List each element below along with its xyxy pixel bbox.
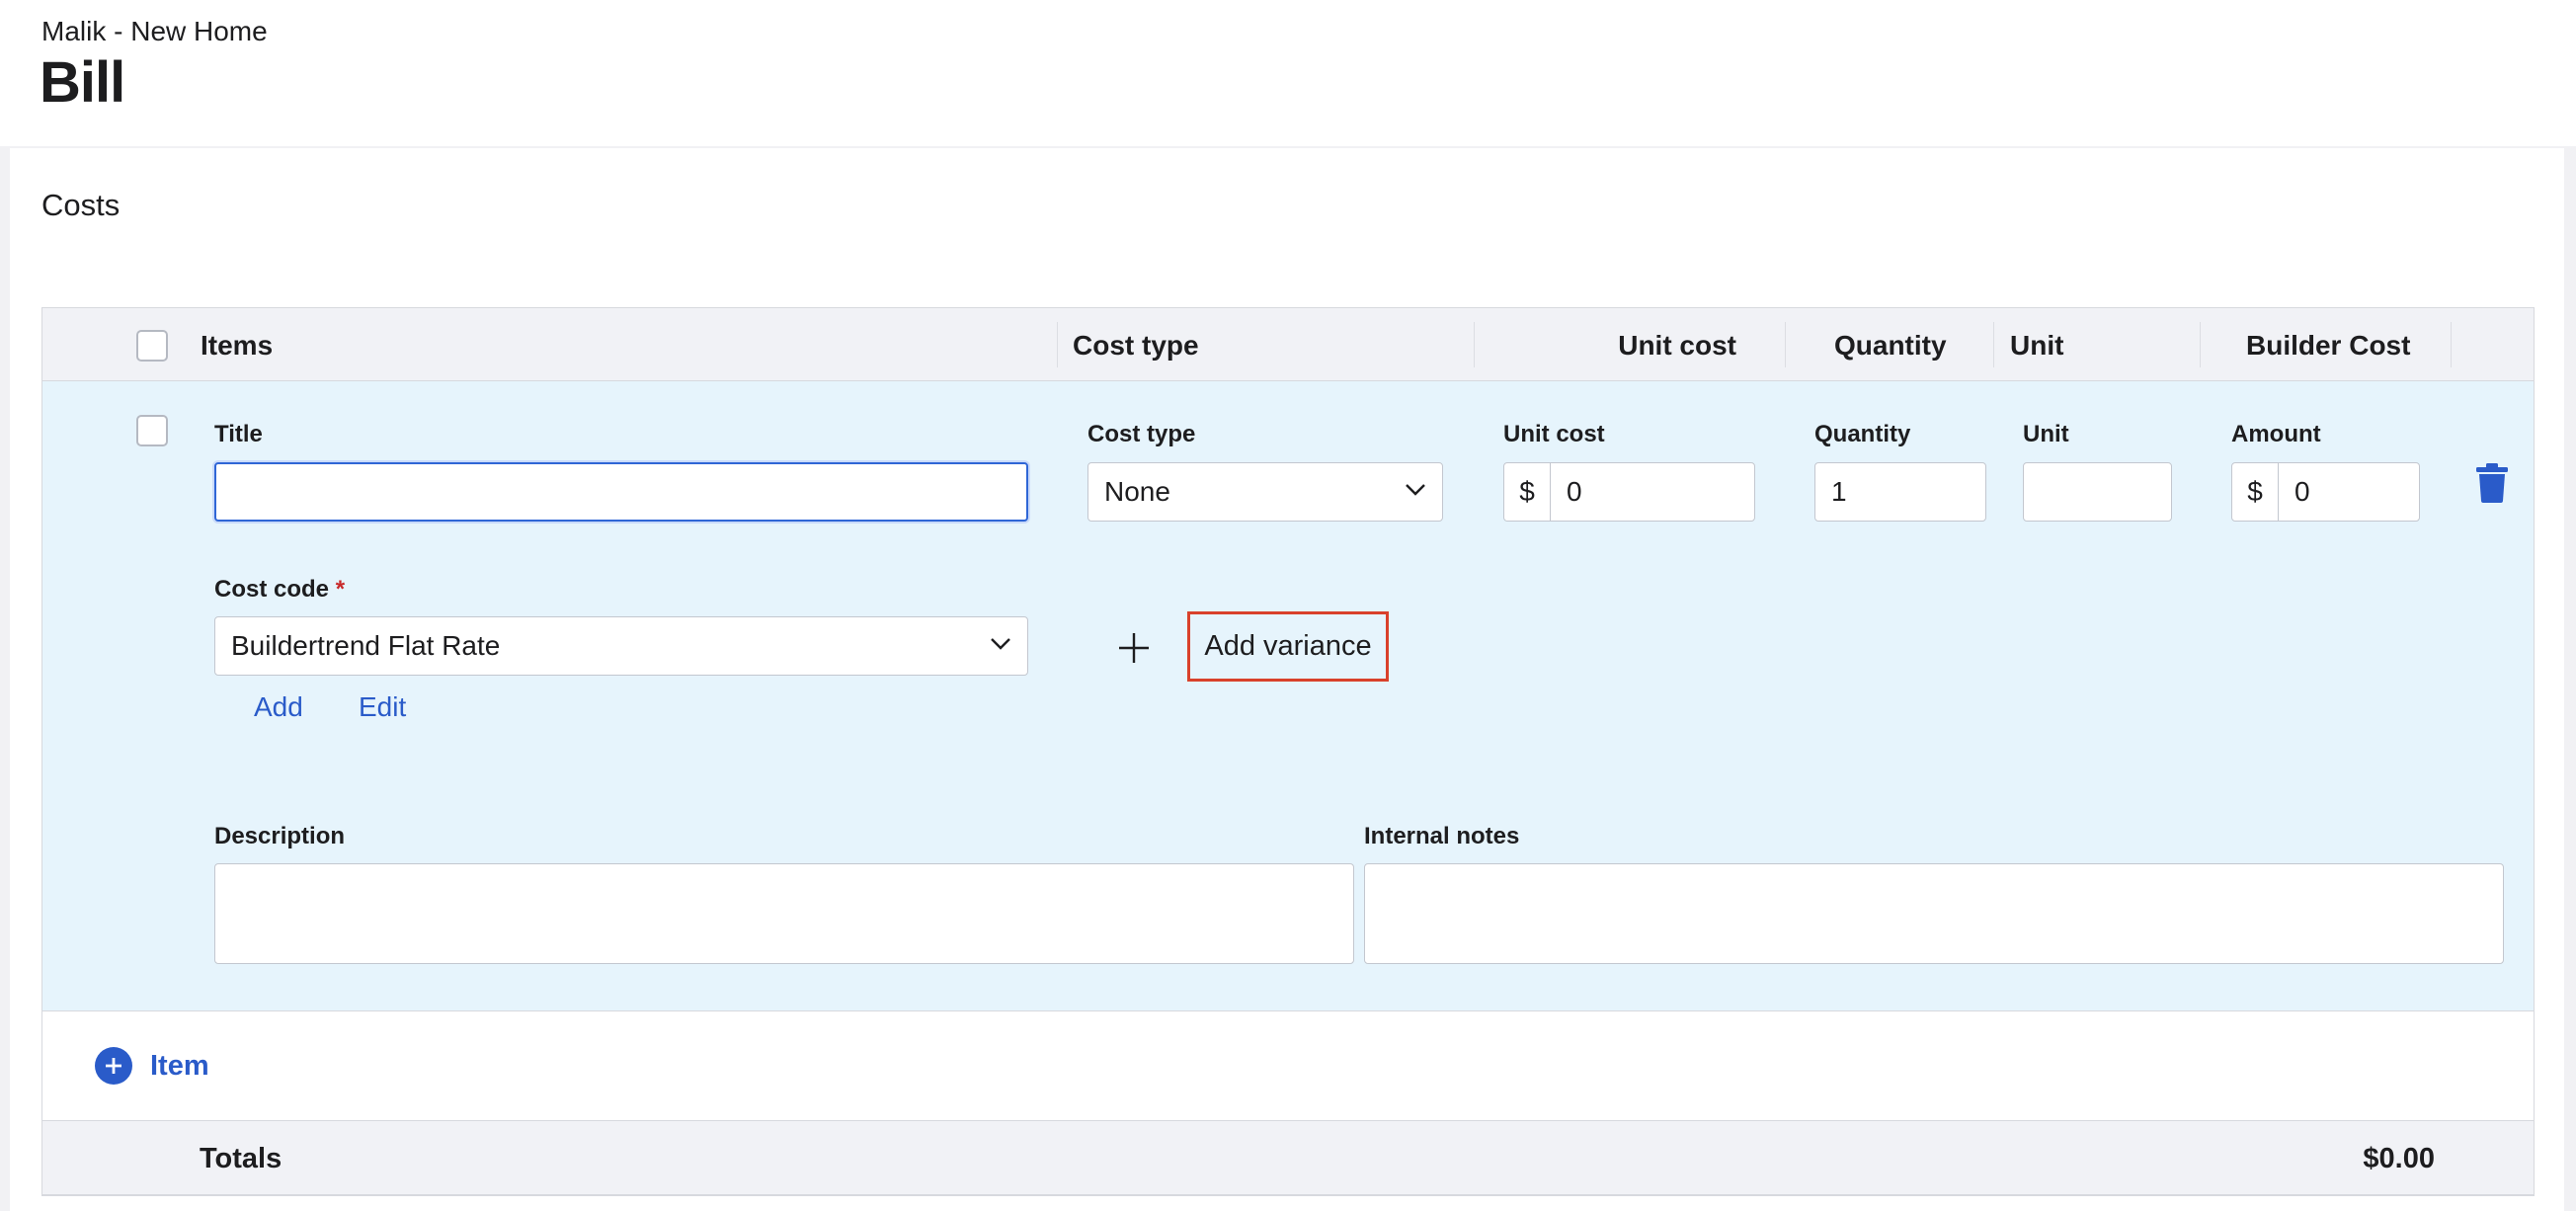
section-title-costs: Costs — [41, 188, 121, 222]
internal-notes-label: Internal notes — [1364, 823, 1520, 849]
col-header-unit[interactable]: Unit — [2010, 330, 2063, 362]
title-input[interactable] — [214, 462, 1028, 522]
amount-label: Amount — [2231, 421, 2321, 447]
cost-type-value: None — [1104, 476, 1170, 507]
costs-grid: Items Cost type Unit cost Quantity Unit … — [41, 307, 2535, 1196]
cost-type-select[interactable]: None — [1087, 462, 1443, 522]
edit-cost-code-link[interactable]: Edit — [359, 691, 406, 723]
cost-type-label: Cost type — [1087, 421, 1196, 447]
cost-code-select[interactable]: Buildertrend Flat Rate — [214, 616, 1028, 676]
totals-row: Totals $0.00 — [41, 1120, 2535, 1195]
page-title: Bill — [40, 50, 125, 115]
totals-value: $0.00 — [2363, 1143, 2435, 1174]
row-select-checkbox[interactable] — [136, 415, 168, 446]
project-name: Malik - New Home — [41, 16, 268, 46]
unit-cost-value: 0 — [1567, 476, 1582, 507]
col-header-quantity[interactable]: Quantity — [1834, 330, 1947, 362]
required-mark: * — [335, 576, 346, 603]
chevron-down-icon — [991, 638, 1010, 650]
unit-label: Unit — [2023, 421, 2069, 447]
cost-code-label: Cost code * — [214, 576, 345, 604]
add-item-label: Item — [150, 1049, 209, 1082]
col-header-items[interactable]: Items — [201, 330, 273, 362]
quantity-input[interactable]: 1 — [1814, 462, 1986, 522]
unit-cost-input[interactable]: $ 0 — [1503, 462, 1755, 522]
unit-input[interactable] — [2023, 462, 2172, 522]
unit-cost-label: Unit cost — [1503, 421, 1605, 447]
description-label: Description — [214, 823, 346, 849]
add-cost-code-link[interactable]: Add — [254, 691, 303, 723]
add-variance-button[interactable]: Add variance — [1187, 611, 1389, 682]
col-header-builder-cost[interactable]: Builder Cost — [2246, 330, 2410, 362]
col-header-cost-type[interactable]: Cost type — [1073, 330, 1199, 362]
add-item-button[interactable]: Item — [95, 1047, 209, 1085]
internal-notes-textarea[interactable] — [1364, 863, 2504, 964]
currency-prefix: $ — [2232, 463, 2279, 521]
currency-prefix: $ — [1504, 463, 1551, 521]
trash-icon[interactable] — [2475, 463, 2509, 503]
totals-label: Totals — [200, 1143, 282, 1174]
plus-circle-icon — [95, 1047, 132, 1085]
amount-input[interactable]: $ 0 — [2231, 462, 2420, 522]
chevron-down-icon — [1406, 484, 1425, 496]
cost-code-label-text: Cost code — [214, 576, 330, 603]
page-header: Malik - New Home Bill — [0, 0, 2576, 146]
cost-item-row: Title Cost type None Unit cost $ 0 Quant… — [42, 381, 2534, 1011]
quantity-label: Quantity — [1814, 421, 1911, 447]
description-textarea[interactable] — [214, 863, 1354, 964]
title-label: Title — [214, 421, 263, 447]
grid-header: Items Cost type Unit cost Quantity Unit … — [42, 308, 2534, 381]
cost-code-value: Buildertrend Flat Rate — [231, 630, 501, 661]
plus-icon[interactable] — [1117, 631, 1151, 665]
select-all-checkbox[interactable] — [136, 330, 168, 362]
col-header-unit-cost[interactable]: Unit cost — [1618, 330, 1736, 362]
amount-value: 0 — [2294, 476, 2310, 507]
